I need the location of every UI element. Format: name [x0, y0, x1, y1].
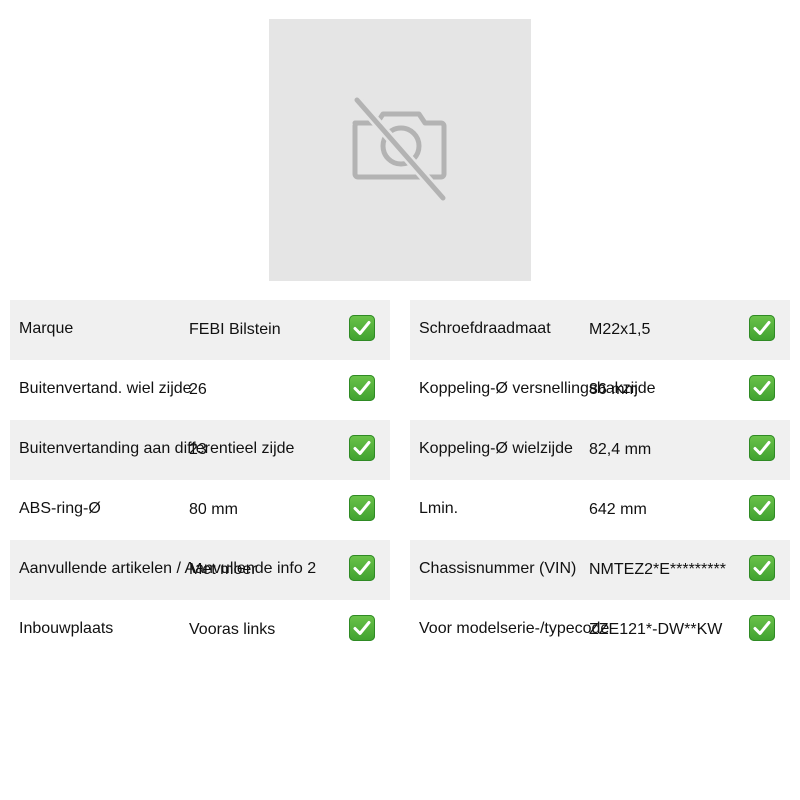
spec-row: Lmin. 642 mm: [410, 480, 790, 540]
check-icon: [349, 375, 375, 401]
spec-label: Chassisnummer (VIN): [419, 560, 577, 577]
spec-value: ZZE121*-DW**KW: [589, 621, 723, 638]
check-icon: [349, 435, 375, 461]
spec-value: 26: [189, 381, 207, 398]
spec-value: Met moer: [189, 561, 257, 578]
spec-value: 82,4 mm: [589, 441, 652, 458]
spec-value: M22x1,5: [589, 321, 651, 338]
spec-label: Buitenvertanding aan differentieel zijde: [19, 440, 295, 457]
check-icon: [749, 555, 775, 581]
spec-row: Koppeling-Ø wielzijde 82,4 mm: [410, 420, 790, 480]
no-image-icon: [345, 95, 455, 205]
spec-value: 23: [189, 441, 207, 458]
check-icon: [749, 435, 775, 461]
check-icon: [349, 495, 375, 521]
spec-label: Inbouwplaats: [19, 620, 114, 637]
spec-row: Chassisnummer (VIN) NMTEZ2*E*********: [410, 540, 790, 600]
spec-value: Vooras links: [189, 621, 276, 638]
product-image-placeholder: [269, 19, 531, 281]
spec-row: Buitenvertanding aan differentieel zijde…: [10, 420, 390, 480]
spec-table-right: Schroefdraadmaat M22x1,5 Koppeling-Ø ver…: [410, 300, 790, 660]
spec-label: Lmin.: [419, 500, 459, 517]
spec-row: Buitenvertand. wiel zijde 26: [10, 360, 390, 420]
check-icon: [349, 555, 375, 581]
check-icon: [749, 375, 775, 401]
check-icon: [349, 615, 375, 641]
spec-row: Schroefdraadmaat M22x1,5: [410, 300, 790, 360]
spec-row: Inbouwplaats Vooras links: [10, 600, 390, 660]
spec-table-left: Marque FEBI Bilstein Buitenvertand. wiel…: [10, 300, 390, 660]
spec-row: Voor modelserie-/typecode ZZE121*-DW**KW: [410, 600, 790, 660]
check-icon: [349, 315, 375, 341]
check-icon: [749, 495, 775, 521]
check-icon: [749, 315, 775, 341]
spec-label: Schroefdraadmaat: [419, 320, 551, 337]
spec-row: Marque FEBI Bilstein: [10, 300, 390, 360]
spec-label: Koppeling-Ø wielzijde: [419, 440, 573, 457]
spec-value: 642 mm: [589, 501, 647, 518]
spec-row: ABS-ring-Ø 80 mm: [10, 480, 390, 540]
product-spec-page: Marque FEBI Bilstein Buitenvertand. wiel…: [0, 0, 800, 800]
spec-row: Aanvullende artikelen / Aanvullende info…: [10, 540, 390, 600]
spec-value: 80 mm: [189, 501, 238, 518]
spec-value: NMTEZ2*E*********: [589, 561, 726, 578]
spec-value: FEBI Bilstein: [189, 321, 281, 338]
spec-label: Voor modelserie-/typecode: [419, 620, 610, 637]
spec-label: Aanvullende artikelen / Aanvullende info…: [19, 560, 317, 577]
check-icon: [749, 615, 775, 641]
spec-label: Buitenvertand. wiel zijde: [19, 380, 192, 397]
spec-row: Koppeling-Ø versnellingsbakzijde 86 mm: [410, 360, 790, 420]
spec-value: 86 mm: [589, 381, 638, 398]
spec-label: ABS-ring-Ø: [19, 500, 101, 517]
spec-label: Marque: [19, 320, 74, 337]
